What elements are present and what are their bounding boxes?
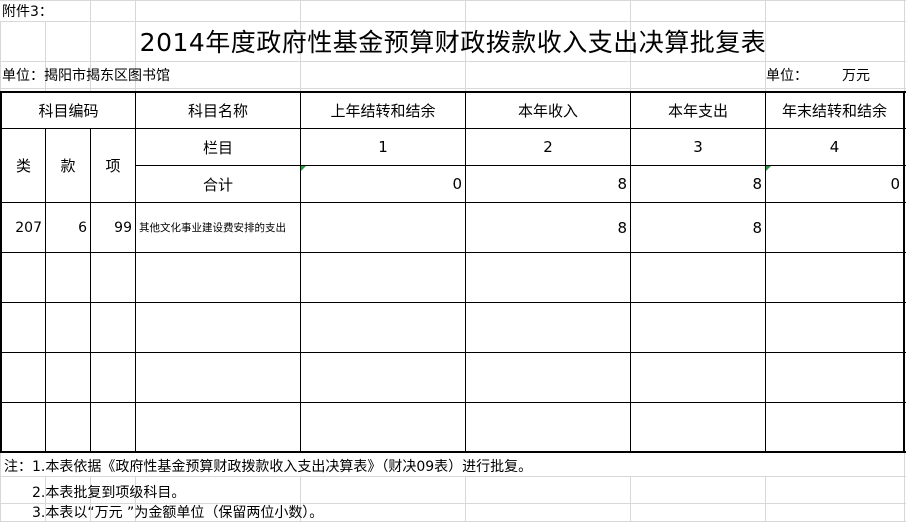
- col-number-4: 4: [829, 138, 840, 156]
- attachment-label: 附件3：: [0, 1, 53, 21]
- total-income[interactable]: 8: [466, 166, 630, 202]
- row-end-balance[interactable]: [766, 203, 903, 252]
- total-end-balance[interactable]: 0: [766, 166, 903, 202]
- unit-label-right: 单位：: [766, 68, 808, 84]
- header-income: 本年收入: [517, 102, 578, 120]
- header-subject-name: 科目名称: [187, 102, 248, 120]
- header-prev-balance: 上年结转和结余: [330, 102, 436, 120]
- header-subject-code: 科目编码: [38, 102, 99, 120]
- header-kuan: 款: [60, 157, 76, 175]
- note-1: 注：1.本表依据《政府性基金预算财政拨款收入支出决算表》（财决09表）进行批复。: [4, 459, 533, 475]
- row-expense[interactable]: 8: [631, 203, 765, 252]
- header-lanmu: 栏目: [202, 138, 233, 157]
- row-kuan[interactable]: 6: [46, 203, 90, 252]
- cell-comment-marker: [301, 166, 306, 171]
- total-expense[interactable]: 8: [631, 166, 765, 202]
- unit-value-right: 万元: [842, 68, 870, 84]
- unit-label-left: 单位：揭阳市揭东区图书馆: [2, 68, 170, 84]
- total-prev-balance[interactable]: 0: [301, 166, 465, 202]
- header-end-balance: 年末结转和结余: [781, 102, 887, 120]
- row-xiang[interactable]: 99: [91, 203, 135, 252]
- note-3: 3.本表以“万元 ”为金额单位（保留两位小数）。: [32, 505, 324, 521]
- header-lei: 类: [15, 157, 31, 175]
- header-xiang: 项: [105, 157, 121, 175]
- total-label: 合计: [202, 175, 233, 194]
- col-number-3: 3: [693, 138, 703, 156]
- header-expense: 本年支出: [667, 102, 728, 120]
- cell-comment-marker: [766, 166, 771, 171]
- col-number-1: 1: [378, 138, 388, 156]
- row-income[interactable]: 8: [466, 203, 630, 252]
- page-title: 2014年度政府性基金预算财政拨款收入支出决算批复表: [139, 28, 767, 57]
- note-2: 2.本表批复到项级科目。: [32, 485, 186, 501]
- row-lei[interactable]: 207: [2, 203, 45, 252]
- col-number-2: 2: [543, 138, 553, 156]
- row-subject-name[interactable]: 其他文化事业建设费安排的支出: [136, 203, 300, 252]
- row-prev-balance[interactable]: [301, 203, 465, 252]
